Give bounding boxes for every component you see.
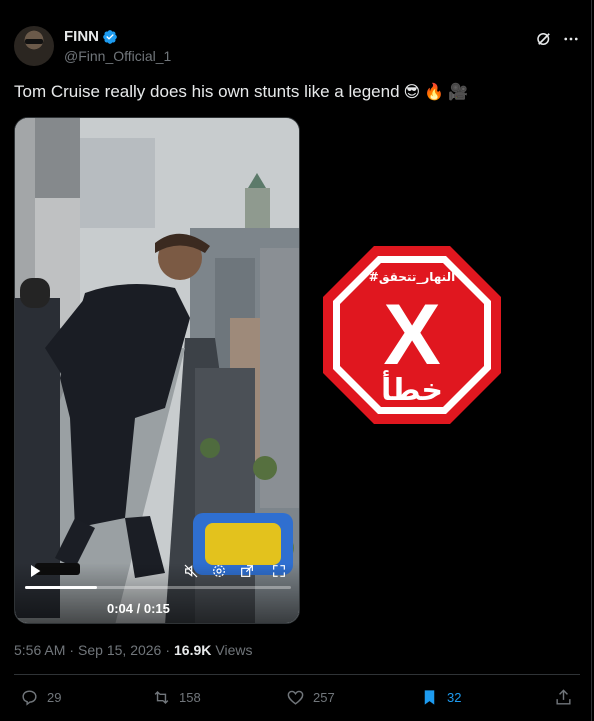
- false-verdict-stop-sign: #النهار_تتحقق X خطأ: [323, 246, 501, 424]
- views-count: 16.9K: [174, 642, 212, 658]
- reply-icon: [22, 690, 37, 706]
- share-icon: [556, 689, 571, 705]
- video-frame: [15, 118, 299, 623]
- author-name-row: FINN: [64, 28, 118, 45]
- repost-icon: [154, 690, 169, 705]
- grok-icon[interactable]: [535, 30, 553, 48]
- video-time: 0:04 / 0:15: [107, 601, 170, 616]
- popout-icon[interactable]: [239, 563, 255, 579]
- settings-icon[interactable]: [211, 563, 227, 579]
- play-icon[interactable]: [27, 563, 43, 579]
- like-count: 257: [313, 690, 335, 705]
- camera-emoji: 🎥: [448, 84, 469, 101]
- bookmark-count: 32: [447, 690, 462, 705]
- tweet-header: FINN @Finn_Official_1: [14, 26, 580, 68]
- tweet-time[interactable]: 5:56 AM: [14, 642, 65, 658]
- like-button[interactable]: 257: [286, 688, 335, 707]
- divider: [14, 674, 580, 675]
- video-progress-track[interactable]: [25, 586, 291, 589]
- heart-icon: [287, 690, 304, 705]
- fullscreen-icon[interactable]: [271, 563, 287, 579]
- meta-separator: ·: [69, 642, 75, 658]
- share-button[interactable]: [554, 688, 573, 707]
- fact-check-hashtag: #النهار_تتحقق: [369, 270, 455, 285]
- tweet-card: FINN @Finn_Official_1 Tom Cruise really …: [0, 0, 592, 721]
- tweet-text: Tom Cruise really does his own stunts li…: [14, 82, 468, 102]
- verdict-text: خطأ: [381, 370, 443, 408]
- verified-badge-icon: [103, 29, 117, 44]
- bookmark-button[interactable]: 32: [420, 688, 461, 707]
- video-progress-fill: [25, 586, 97, 589]
- reply-button[interactable]: 29: [20, 688, 61, 707]
- author-display-name[interactable]: FINN: [64, 28, 99, 45]
- tweet-date[interactable]: Sep 15, 2026: [78, 642, 161, 658]
- avatar[interactable]: [14, 26, 54, 66]
- mute-icon[interactable]: [183, 563, 199, 579]
- video-controls: 0:04 / 0:15: [15, 563, 299, 623]
- repost-button[interactable]: 158: [152, 688, 201, 707]
- cool-emoji: 😎: [403, 84, 421, 101]
- bookmark-icon: [424, 690, 435, 705]
- reply-count: 29: [47, 690, 62, 705]
- author-handle[interactable]: @Finn_Official_1: [64, 48, 171, 64]
- fact-check-badge: #النهار_تتحقق X خطأ: [321, 244, 503, 426]
- repost-count: 158: [179, 690, 201, 705]
- video-player[interactable]: 0:04 / 0:15: [14, 117, 300, 624]
- action-bar: 29 158 257 32: [14, 688, 580, 712]
- fire-emoji: 🔥: [424, 84, 445, 101]
- tweet-meta: 5:56 AM · Sep 15, 2026 · 16.9K Views: [14, 642, 252, 658]
- tweet-body: Tom Cruise really does his own stunts li…: [14, 82, 400, 101]
- views-label: Views: [215, 642, 253, 658]
- false-x-mark: X: [383, 287, 440, 383]
- more-icon[interactable]: [562, 30, 580, 48]
- meta-separator-2: ·: [165, 642, 171, 658]
